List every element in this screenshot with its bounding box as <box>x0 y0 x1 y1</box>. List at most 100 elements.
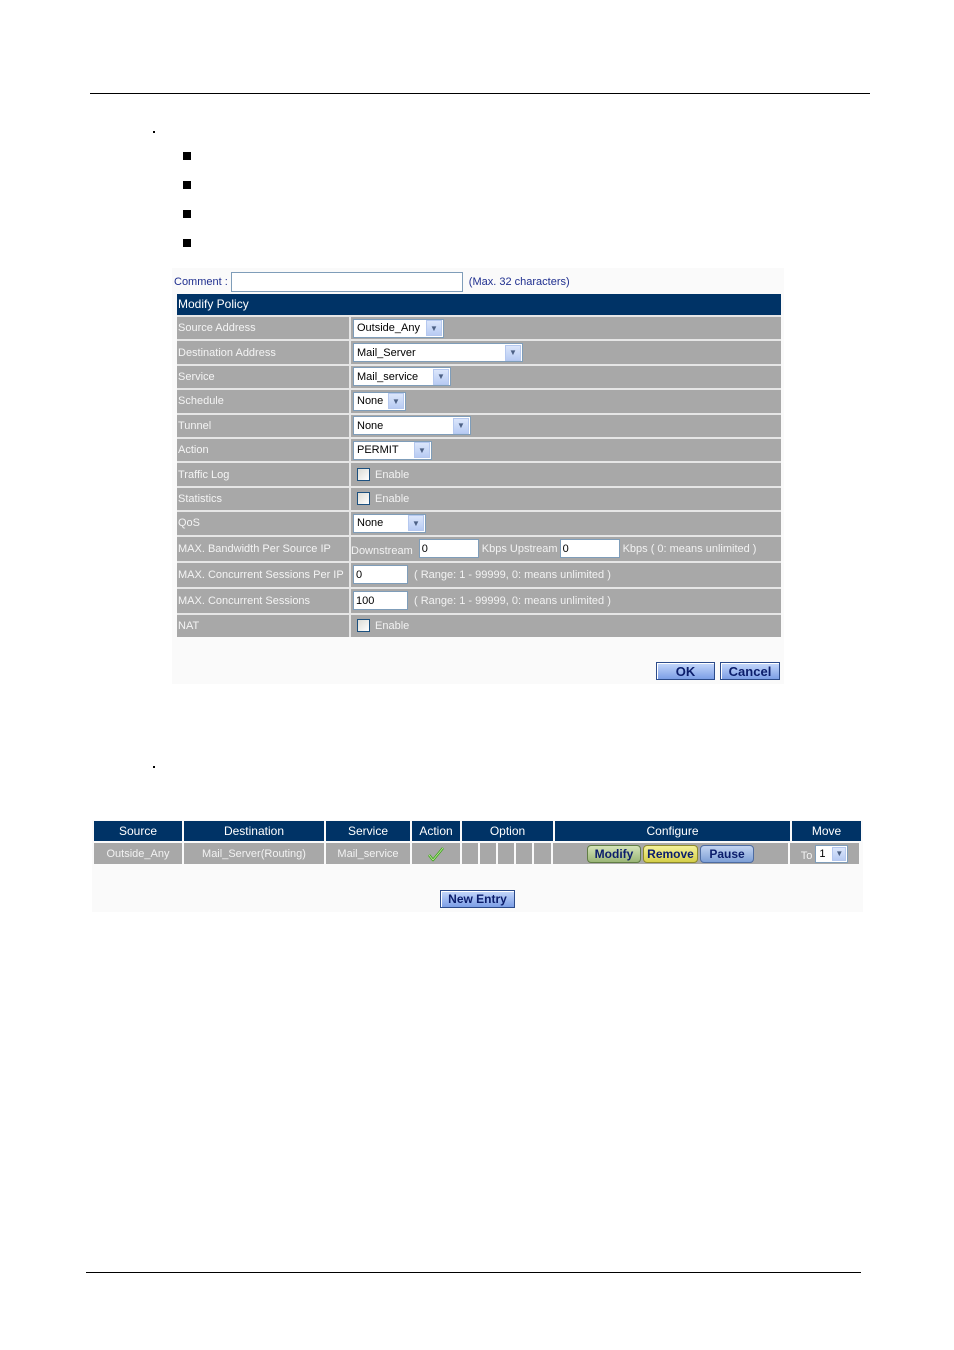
destination-address-select[interactable]: Mail_Server ▼ <box>353 343 523 363</box>
cell-option <box>480 843 496 864</box>
policy-list-header: Source Destination Service Action Option… <box>94 821 861 841</box>
max-sessions-per-ip-hint: ( Range: 1 - 99999, 0: means unlimited ) <box>414 568 611 581</box>
service-select[interactable]: Mail_service ▼ <box>353 367 451 387</box>
policy-table-title: Modify Policy <box>177 294 781 315</box>
qos-row: QoS None ▼ <box>177 510 781 535</box>
new-entry-button[interactable]: New Entry <box>440 890 515 908</box>
max-bandwidth-label: MAX. Bandwidth Per Source IP <box>177 536 351 561</box>
nat-checkbox[interactable] <box>357 619 370 633</box>
action-value: PERMIT <box>357 444 399 457</box>
qos-select[interactable]: None ▼ <box>353 513 426 533</box>
upstream-input[interactable]: 0 <box>559 539 620 559</box>
action-select[interactable]: PERMIT ▼ <box>353 440 432 460</box>
header-service: Service <box>326 821 410 841</box>
destination-address-row: Destination Address Mail_Server ▼ <box>177 339 781 364</box>
chevron-down-icon[interactable]: ▼ <box>426 320 442 337</box>
tunnel-select[interactable]: None ▼ <box>353 416 471 436</box>
tunnel-value: None <box>357 419 384 432</box>
move-to-select[interactable]: 1 ▼ <box>815 844 849 863</box>
bandwidth-hint: Kbps ( 0: means unlimited ) <box>622 542 757 555</box>
header-rule <box>90 93 870 94</box>
max-bandwidth-row: MAX. Bandwidth Per Source IP Downstream … <box>177 534 781 561</box>
nat-row: NAT Enable <box>177 612 781 637</box>
schedule-value: None <box>357 395 384 408</box>
max-sessions-per-ip-label: MAX. Concurrent Sessions Per IP <box>177 562 351 587</box>
upstream-label: Kbps Upstream <box>481 542 558 555</box>
header-source: Source <box>94 821 182 841</box>
source-address-select[interactable]: Outside_Any ▼ <box>353 318 444 338</box>
policy-list: Source Destination Service Action Option… <box>92 820 863 912</box>
comment-input[interactable] <box>230 272 463 292</box>
cell-source: Outside_Any <box>94 843 182 864</box>
statistics-checkbox[interactable] <box>357 492 370 506</box>
statistics-enable-label: Enable <box>375 492 410 505</box>
downstream-input[interactable]: 0 <box>418 539 479 559</box>
max-sessions-row: MAX. Concurrent Sessions 100 ( Range: 1 … <box>177 586 781 613</box>
modify-policy-form: Comment : (Max. 32 characters) Modify Po… <box>172 268 784 684</box>
source-address-label: Source Address <box>177 317 351 340</box>
square-bullet-icon <box>183 210 191 218</box>
header-action: Action <box>412 821 460 841</box>
remove-button[interactable]: Remove <box>643 844 698 863</box>
max-sessions-per-ip-input[interactable]: 0 <box>353 565 408 585</box>
cell-action <box>412 843 460 864</box>
destination-address-value: Mail_Server <box>357 346 416 359</box>
list-marker-dot <box>153 131 155 133</box>
service-value: Mail_service <box>357 370 419 383</box>
list-marker-dot <box>153 766 155 768</box>
header-move: Move <box>792 821 861 841</box>
cell-option <box>462 843 478 864</box>
qos-label: QoS <box>177 512 351 535</box>
tunnel-row: Tunnel None ▼ <box>177 412 781 437</box>
chevron-down-icon[interactable]: ▼ <box>433 368 449 385</box>
cancel-button[interactable]: Cancel <box>720 662 780 680</box>
max-sessions-input[interactable]: 100 <box>353 591 408 611</box>
service-label: Service <box>177 365 351 389</box>
schedule-label: Schedule <box>177 390 351 413</box>
comment-row: Comment : (Max. 32 characters) <box>174 271 570 293</box>
table-row: Outside_Any Mail_Server(Routing) Mail_se… <box>94 843 859 864</box>
traffic-log-checkbox[interactable] <box>357 468 370 482</box>
downstream-label: Downstream <box>351 544 413 557</box>
ok-button[interactable]: OK <box>656 662 715 680</box>
chevron-down-icon[interactable]: ▼ <box>832 846 847 861</box>
policy-table: Modify Policy Source Address Outside_Any… <box>177 294 781 637</box>
traffic-log-row: Traffic Log Enable <box>177 461 781 486</box>
source-address-row: Source Address Outside_Any ▼ <box>177 315 781 340</box>
pause-button[interactable]: Pause <box>700 844 754 863</box>
tunnel-label: Tunnel <box>177 414 351 437</box>
traffic-log-enable-label: Enable <box>375 468 410 481</box>
cell-configure: Modify Remove Pause <box>553 843 788 864</box>
cell-option <box>534 843 551 864</box>
max-sessions-label: MAX. Concurrent Sessions <box>177 588 351 613</box>
chevron-down-icon[interactable]: ▼ <box>453 417 469 434</box>
chevron-down-icon[interactable]: ▼ <box>388 393 404 410</box>
qos-value: None <box>357 517 384 530</box>
nat-label: NAT <box>177 614 351 637</box>
check-icon <box>428 846 444 861</box>
schedule-row: Schedule None ▼ <box>177 388 781 413</box>
chevron-down-icon[interactable]: ▼ <box>505 344 521 361</box>
traffic-log-label: Traffic Log <box>177 463 351 486</box>
statistics-row: Statistics Enable <box>177 485 781 511</box>
move-to-value: 1 <box>819 847 826 860</box>
modify-button[interactable]: Modify <box>587 844 641 863</box>
move-to-label: To <box>800 849 813 862</box>
chevron-down-icon[interactable]: ▼ <box>414 442 430 459</box>
header-configure: Configure <box>555 821 790 841</box>
action-label: Action <box>177 438 351 462</box>
action-row: Action PERMIT ▼ <box>177 436 781 462</box>
nat-enable-label: Enable <box>375 619 410 632</box>
square-bullet-icon <box>183 152 191 160</box>
chevron-down-icon[interactable]: ▼ <box>408 515 424 532</box>
footer-rule <box>86 1272 861 1273</box>
destination-address-label: Destination Address <box>177 341 351 364</box>
header-option: Option <box>462 821 553 841</box>
comment-label: Comment : <box>174 276 228 288</box>
comment-hint: (Max. 32 characters) <box>468 276 570 288</box>
service-row: Service Mail_service ▼ <box>177 363 781 389</box>
square-bullet-icon <box>183 239 191 247</box>
source-address-value: Outside_Any <box>357 322 420 335</box>
schedule-select[interactable]: None ▼ <box>353 391 406 411</box>
cell-option <box>498 843 514 864</box>
